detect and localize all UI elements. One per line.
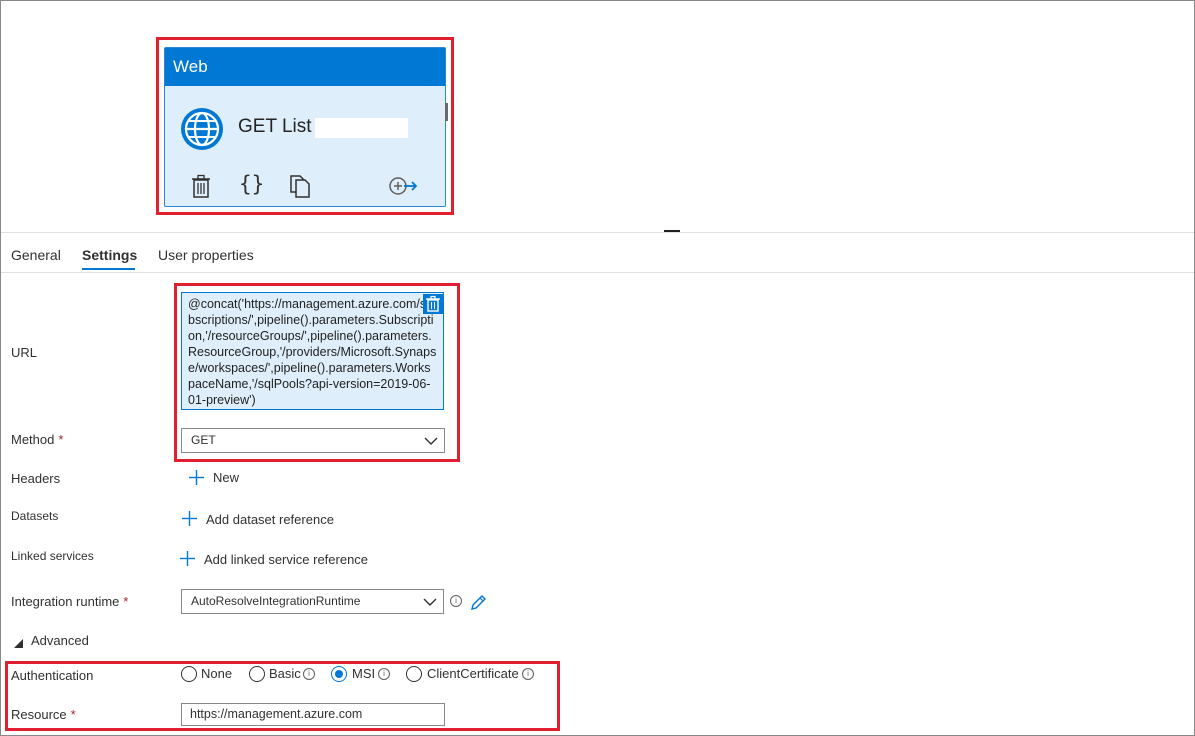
integration-runtime-label: Integration runtime * — [11, 594, 128, 609]
canvas-divider — [1, 232, 1194, 233]
edit-icon[interactable] — [469, 594, 487, 617]
highlight-authentication — [5, 661, 560, 731]
tab-general[interactable]: General — [11, 247, 61, 263]
add-linked-service-button[interactable]: Add linked service reference — [204, 552, 368, 567]
plus-icon[interactable] — [182, 511, 197, 531]
linked-services-label: Linked services — [11, 549, 94, 563]
headers-label: Headers — [11, 471, 61, 486]
info-icon[interactable]: i — [450, 595, 462, 607]
highlight-url-method — [174, 283, 460, 462]
advanced-toggle[interactable]: Advanced — [31, 633, 89, 648]
required-marker: * — [123, 594, 129, 609]
tabs-divider — [1, 272, 1194, 273]
triangle-icon[interactable] — [14, 635, 23, 653]
integration-runtime-label-text: Integration runtime — [11, 594, 120, 609]
plus-icon[interactable] — [180, 551, 195, 571]
chevron-down-icon — [423, 594, 437, 617]
datasets-label: Datasets — [11, 509, 59, 523]
tab-user-properties[interactable]: User properties — [158, 247, 254, 263]
active-tab-indicator — [82, 268, 135, 270]
method-label: Method * — [11, 432, 63, 447]
add-header-button[interactable]: New — [213, 470, 239, 485]
integration-runtime-select[interactable]: AutoResolveIntegrationRuntime — [181, 589, 444, 614]
add-dataset-button[interactable]: Add dataset reference — [206, 512, 334, 527]
url-label: URL — [11, 345, 38, 360]
plus-icon[interactable] — [189, 470, 204, 490]
highlight-activity — [156, 37, 454, 215]
tab-settings[interactable]: Settings — [82, 247, 137, 263]
required-marker: * — [58, 432, 64, 447]
method-label-text: Method — [11, 432, 55, 447]
resize-handle[interactable] — [664, 230, 680, 232]
integration-runtime-value: AutoResolveIntegrationRuntime — [191, 594, 361, 608]
